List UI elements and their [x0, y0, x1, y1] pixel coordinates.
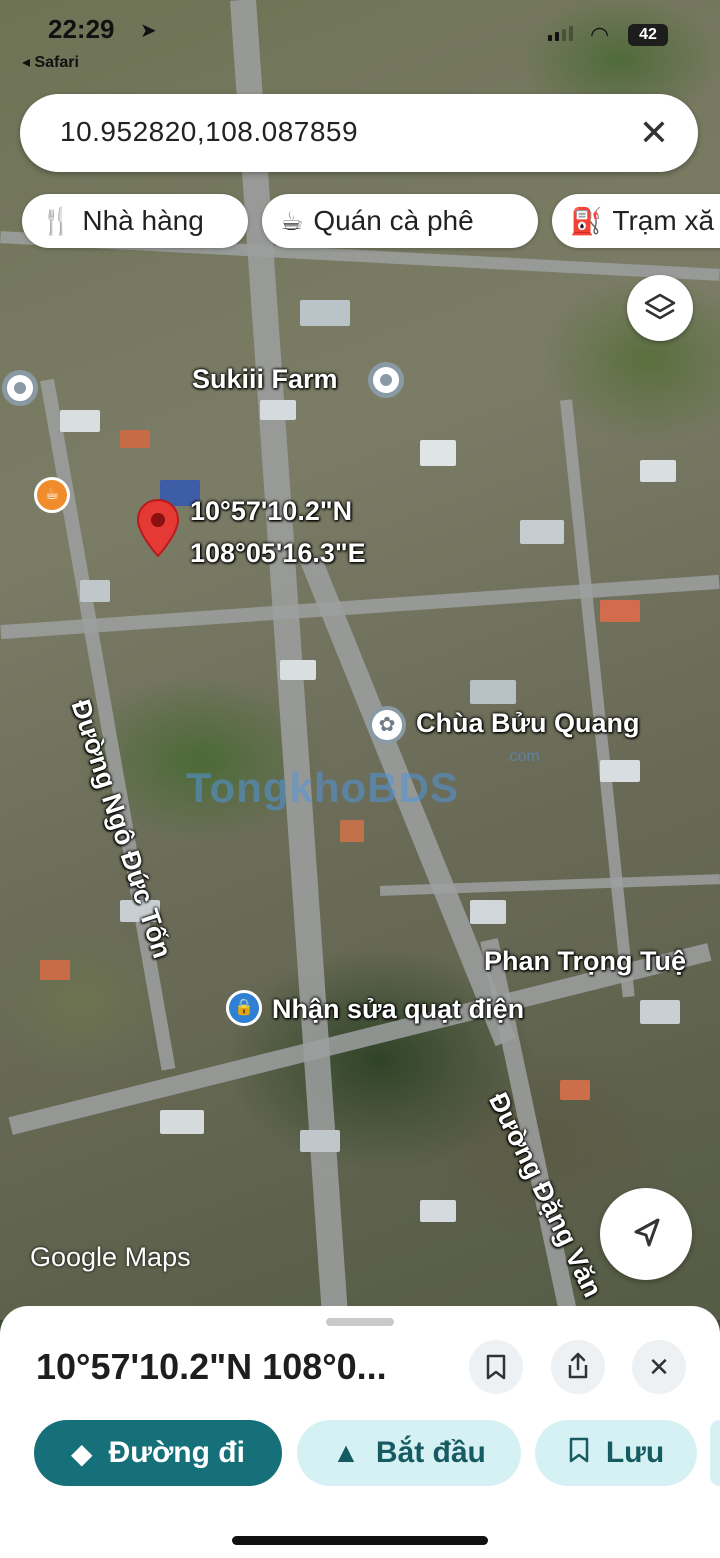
bookmark-icon — [486, 1354, 506, 1380]
sheet-title: 10°57'10.2"N 108°0... — [36, 1346, 387, 1387]
layers-icon — [644, 293, 676, 320]
location-arrow-icon: ➤ — [140, 20, 157, 42]
temple-icon[interactable]: ✿ — [368, 706, 406, 744]
battery-icon: 42 — [628, 24, 668, 46]
road — [560, 399, 635, 998]
search-input[interactable]: 10.952820,108.087859 — [60, 116, 358, 148]
back-app-label: Safari — [34, 54, 79, 71]
wifi-icon: ◠ — [590, 22, 610, 47]
place-pin-icon[interactable] — [368, 362, 404, 398]
chip-coffee[interactable]: ☕ Quán cà phê — [262, 194, 538, 248]
place-pin-icon[interactable] — [2, 370, 38, 406]
my-location-button[interactable] — [600, 1188, 692, 1280]
place-label-quat[interactable]: Nhận sửa quạt điện — [272, 994, 524, 1025]
layers-button[interactable] — [627, 275, 693, 341]
place-label-chua[interactable]: Chùa Bửu Quang — [416, 708, 640, 739]
road-label-phan: Phan Trọng Tuệ — [484, 946, 686, 976]
chip-label: Nhà hàng — [82, 205, 204, 236]
start-label: Bắt đầu — [375, 1436, 486, 1469]
more-actions-chip[interactable] — [710, 1420, 720, 1486]
close-icon[interactable]: ✕ — [630, 109, 678, 157]
dropped-pin-icon[interactable] — [136, 498, 180, 558]
close-icon: ✕ — [648, 1352, 670, 1382]
battery-level: 42 — [639, 26, 657, 43]
watermark-suffix: .com — [505, 748, 540, 765]
road-label-ngo: Đường Ngô Đức Tốn — [65, 696, 178, 962]
pin-coordinates-lat: 10°57'10.2"N — [190, 496, 353, 526]
gas-station-icon: ⛽ — [570, 205, 603, 236]
directions-button[interactable]: ◆ Đường đi — [34, 1420, 282, 1486]
chip-label: Trạm xă — [612, 205, 715, 236]
pin-coordinates-lng: 108°05'16.3"E — [190, 538, 366, 568]
sheet-drag-handle[interactable] — [326, 1318, 394, 1326]
navigation-icon: ▲ — [332, 1437, 360, 1468]
restaurant-icon: 🍴 — [40, 205, 73, 236]
chip-gas[interactable]: ⛽ Trạm xă — [552, 194, 720, 248]
back-to-app[interactable]: ◂ Safari — [22, 52, 79, 72]
google-maps-attribution: Google Maps — [30, 1242, 191, 1272]
start-button[interactable]: ▲ Bắt đầu — [297, 1420, 521, 1486]
status-bar: 22:29 ➤ ◂ Safari ◠ 42 — [0, 0, 720, 71]
share-button[interactable] — [551, 1340, 605, 1394]
navigation-arrow-icon — [634, 1218, 660, 1247]
bookmark-icon — [568, 1437, 590, 1470]
directions-icon: ◆ — [71, 1437, 93, 1469]
directions-label: Đường đi — [108, 1436, 245, 1469]
bookmark-button[interactable] — [469, 1340, 523, 1394]
watermark: TongkhoBDS — [186, 764, 459, 811]
cellular-signal-icon — [548, 26, 573, 41]
status-time: 22:29 — [48, 14, 115, 44]
close-sheet-button[interactable]: ✕ — [632, 1340, 686, 1394]
place-label-sukiii[interactable]: Sukiii Farm — [192, 364, 338, 395]
chip-label: Quán cà phê — [313, 205, 474, 236]
save-label: Lưu — [605, 1436, 665, 1469]
save-button[interactable]: Lưu — [535, 1420, 697, 1486]
search-box[interactable]: 10.952820,108.087859 ✕ — [20, 94, 698, 172]
coffee-icon: ☕ — [280, 205, 304, 236]
chip-restaurants[interactable]: 🍴 Nhà hàng — [22, 194, 248, 248]
share-icon — [568, 1352, 588, 1379]
shop-pin-icon[interactable]: 🔒 — [226, 990, 262, 1026]
home-indicator — [232, 1536, 488, 1545]
cafe-pin-icon[interactable]: ☕ — [34, 477, 70, 513]
road-label-dang: Đường Đặng Văn — [483, 1088, 608, 1302]
